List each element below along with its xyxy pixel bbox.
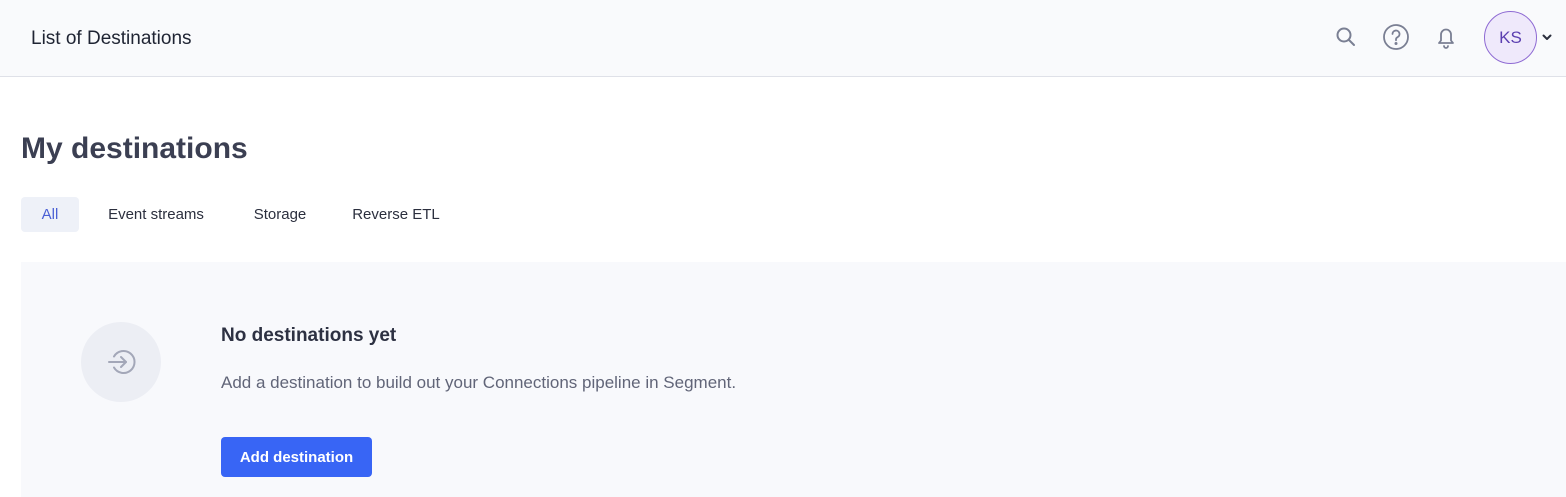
tab-storage[interactable]: Storage — [243, 197, 317, 232]
avatar[interactable]: KS — [1484, 11, 1537, 64]
search-icon[interactable] — [1331, 22, 1361, 52]
top-bar: List of Destinations KS — [0, 0, 1566, 77]
bell-icon[interactable] — [1431, 22, 1461, 52]
add-destination-button[interactable]: Add destination — [221, 437, 372, 477]
tab-reverse-etl[interactable]: Reverse ETL — [346, 197, 446, 232]
user-menu[interactable]: KS — [1484, 11, 1566, 64]
empty-state-panel: No destinations yet Add a destination to… — [21, 262, 1566, 497]
page-title: My destinations — [21, 132, 248, 165]
empty-state-description: Add a destination to build out your Conn… — [221, 373, 737, 392]
chevron-down-icon[interactable] — [1541, 31, 1553, 43]
help-icon[interactable] — [1381, 22, 1411, 52]
arrow-right-circle-icon — [108, 350, 136, 374]
tab-all[interactable]: All — [21, 197, 79, 232]
tab-event-streams[interactable]: Event streams — [99, 197, 213, 232]
empty-state-icon-container — [81, 322, 161, 402]
page-header-title: List of Destinations — [31, 28, 192, 49]
empty-state-heading: No destinations yet — [221, 325, 397, 346]
